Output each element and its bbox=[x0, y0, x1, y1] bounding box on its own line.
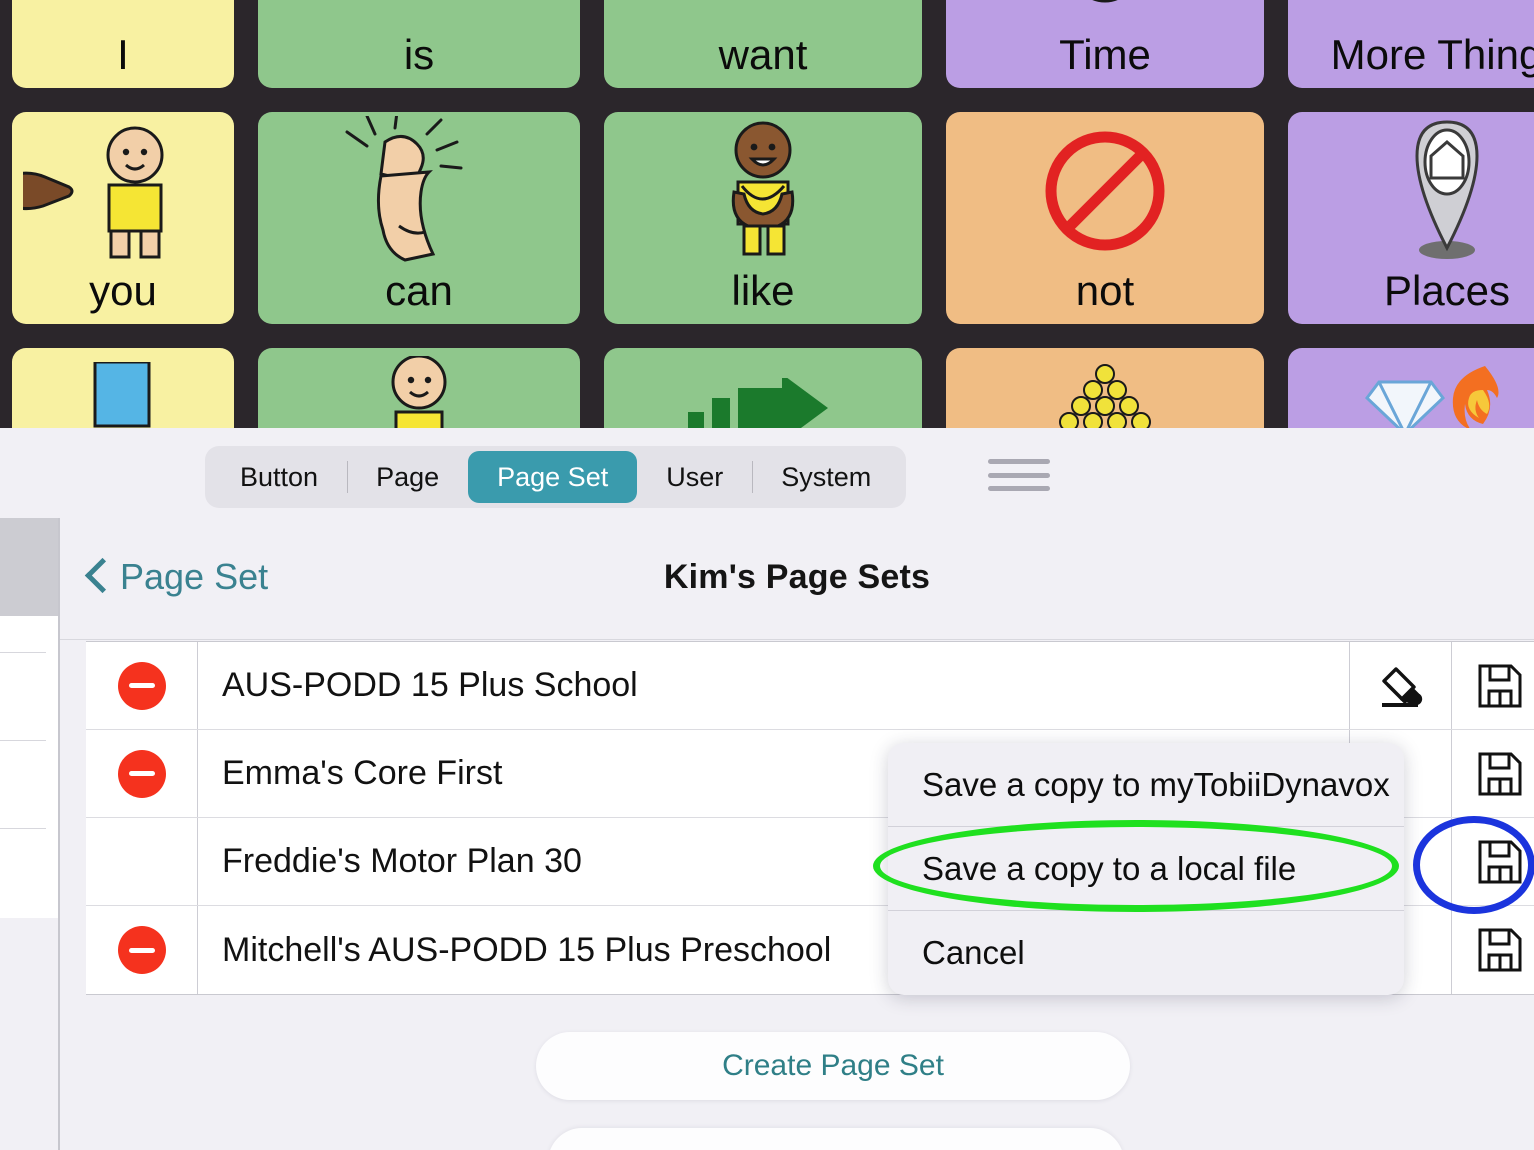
aac-button-label: Time bbox=[1059, 31, 1151, 78]
tab-system[interactable]: System bbox=[752, 451, 900, 503]
left-rail-divider bbox=[0, 652, 46, 653]
next-action-button-partial[interactable] bbox=[548, 1128, 1124, 1150]
person-pointing-self-icon bbox=[12, 0, 234, 34]
editor-tab-bar: Button Page Page Set User System bbox=[205, 446, 907, 508]
delete-cell bbox=[86, 730, 198, 817]
prohibited-icon bbox=[946, 112, 1264, 270]
create-page-set-label: Create Page Set bbox=[722, 1049, 944, 1082]
floppy-disk-icon bbox=[1478, 752, 1522, 795]
gem-and-fire-icon bbox=[1288, 348, 1534, 428]
tab-user[interactable]: User bbox=[637, 451, 752, 503]
page-title: Kim's Page Sets bbox=[663, 558, 931, 596]
aac-grid-row: you can like not Places bbox=[0, 112, 1534, 324]
map-pin-house-icon bbox=[1288, 112, 1534, 270]
clock-icon bbox=[946, 0, 1264, 34]
tab-button[interactable]: Button bbox=[211, 451, 347, 503]
floppy-disk-icon bbox=[1478, 664, 1522, 707]
aac-button-label: want bbox=[718, 31, 808, 78]
plus-icon bbox=[1288, 0, 1534, 34]
aac-button-you[interactable]: you bbox=[12, 112, 234, 324]
menu-item-save-to-local-file[interactable]: Save a copy to a local file bbox=[888, 827, 1404, 911]
aac-button-want[interactable]: want bbox=[604, 0, 922, 88]
floppy-disk-icon bbox=[1478, 840, 1522, 883]
menu-item-save-to-mytobiidynavox[interactable]: Save a copy to myTobiiDynavox bbox=[888, 743, 1404, 827]
aac-button-row3-3[interactable] bbox=[604, 348, 922, 428]
save-cell[interactable] bbox=[1452, 642, 1534, 729]
aac-button-time[interactable]: Time bbox=[946, 0, 1264, 88]
hands-clasped-icon bbox=[258, 0, 580, 34]
floppy-disk-icon bbox=[1478, 928, 1522, 972]
aac-button-i[interactable]: I bbox=[12, 0, 234, 88]
save-cell[interactable] bbox=[1452, 906, 1534, 994]
yellow-dots-pile-icon bbox=[946, 348, 1264, 428]
tab-page-set[interactable]: Page Set bbox=[468, 451, 638, 503]
pencil-icon bbox=[1381, 666, 1422, 707]
aac-button-label: More Things bbox=[1330, 31, 1534, 78]
aac-button-like[interactable]: like bbox=[604, 112, 922, 324]
save-cell[interactable] bbox=[1452, 818, 1534, 905]
table-row[interactable]: AUS-PODD 15 Plus School bbox=[86, 642, 1534, 730]
left-rail-footer-block bbox=[0, 918, 58, 1150]
aac-button-row3-1[interactable] bbox=[12, 348, 234, 428]
hamburger-icon[interactable] bbox=[988, 459, 1050, 491]
delete-minus-icon[interactable] bbox=[117, 749, 166, 798]
aac-button-label: not bbox=[1075, 267, 1135, 314]
aac-button-label: I bbox=[117, 31, 129, 78]
delete-cell bbox=[86, 642, 198, 729]
aac-button-not[interactable]: not bbox=[946, 112, 1264, 324]
tab-page[interactable]: Page bbox=[347, 451, 468, 503]
aac-button-row3-5[interactable] bbox=[1288, 348, 1534, 428]
aac-grid-row: I is want Time More Thing bbox=[0, 0, 1534, 88]
aac-button-places[interactable]: Places bbox=[1288, 112, 1534, 324]
screen: I is want Time More Thing you can like n… bbox=[0, 0, 1534, 1150]
aac-button-is[interactable]: is bbox=[258, 0, 580, 88]
aac-button-can[interactable]: can bbox=[258, 112, 580, 324]
flexed-arm-icon bbox=[258, 112, 580, 270]
page-set-name: AUS-PODD 15 Plus School bbox=[198, 642, 1350, 729]
delete-minus-icon[interactable] bbox=[117, 661, 166, 710]
person-lying-icon bbox=[258, 348, 580, 428]
save-options-popup-menu: Save a copy to myTobiiDynavox Save a cop… bbox=[888, 743, 1404, 995]
create-page-set-button[interactable]: Create Page Set bbox=[536, 1032, 1130, 1100]
aac-button-label: can bbox=[385, 267, 453, 314]
panel-header: Page Set Kim's Page Sets bbox=[60, 518, 1534, 640]
person-reaching-icon bbox=[604, 0, 922, 34]
left-rail-divider bbox=[0, 740, 46, 741]
aac-button-row3-2[interactable] bbox=[258, 348, 580, 428]
menu-item-cancel[interactable]: Cancel bbox=[888, 911, 1404, 995]
aac-grid-row bbox=[0, 348, 1534, 428]
left-rail-divider bbox=[0, 828, 46, 829]
left-rail-header-block bbox=[0, 518, 58, 616]
save-cell[interactable] bbox=[1452, 730, 1534, 817]
delete-cell bbox=[86, 818, 198, 905]
delete-minus-icon[interactable] bbox=[117, 926, 166, 974]
delete-cell bbox=[86, 906, 198, 994]
aac-button-label: Places bbox=[1383, 267, 1511, 314]
aac-button-row3-4[interactable] bbox=[946, 348, 1264, 428]
aac-communication-grid: I is want Time More Thing you can like n… bbox=[0, 0, 1534, 428]
aac-button-label: you bbox=[89, 267, 157, 314]
edit-cell[interactable] bbox=[1350, 642, 1452, 729]
left-rail bbox=[0, 518, 58, 1150]
person-hands-heart-icon bbox=[604, 112, 922, 270]
aac-button-more-things[interactable]: More Things bbox=[1288, 0, 1534, 88]
green-arrow-icon bbox=[604, 348, 922, 428]
aac-button-label: is bbox=[403, 31, 435, 78]
person-pointing-you-icon bbox=[12, 112, 234, 270]
blue-rectangle-icon bbox=[12, 348, 234, 428]
aac-button-label: like bbox=[731, 267, 795, 314]
